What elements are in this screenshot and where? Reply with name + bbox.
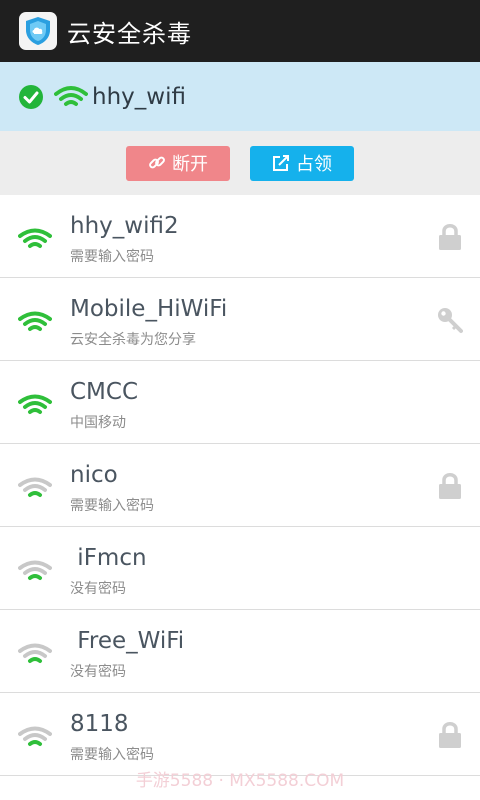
network-name: Mobile_HiWiFi	[70, 296, 228, 322]
check-circle-icon	[19, 84, 43, 109]
disconnect-button[interactable]: 断开	[126, 145, 230, 181]
occupy-button[interactable]: 占领	[250, 145, 354, 181]
link-icon	[149, 156, 165, 169]
share-icon	[273, 155, 289, 171]
network-subtitle: 需要输入密码	[70, 498, 154, 514]
network-row[interactable]: Free_WiFi 没有密码	[0, 610, 480, 693]
connected-ssid: hhy_wifi	[92, 83, 186, 110]
wifi-weak-icon	[18, 477, 52, 497]
disconnect-label: 断开	[172, 154, 208, 175]
title-bar: 云安全杀毒	[0, 0, 480, 62]
action-bar: 断开 占领	[0, 131, 480, 195]
network-subtitle: 需要输入密码	[70, 249, 154, 265]
network-row[interactable]: hhy_wifi2 需要输入密码	[0, 195, 480, 278]
lock-icon	[439, 722, 461, 748]
network-row[interactable]: 8118 需要输入密码	[0, 693, 480, 776]
occupy-label: 占领	[296, 154, 332, 175]
wifi-strong-icon	[18, 394, 52, 414]
wifi-weak-icon	[18, 560, 52, 580]
network-subtitle: 没有密码	[70, 581, 126, 597]
wifi-weak-icon	[18, 643, 52, 663]
network-subtitle: 没有密码	[70, 664, 126, 680]
app-title: 云安全杀毒	[67, 19, 192, 48]
network-row[interactable]: nico 需要输入密码	[0, 444, 480, 527]
network-list: hhy_wifi2 需要输入密码 Mobile_HiWiFi 云安全杀毒为您分享…	[0, 195, 480, 776]
lock-icon	[439, 473, 461, 499]
key-icon	[438, 308, 463, 333]
network-row[interactable]: iFmcn 没有密码	[0, 527, 480, 610]
network-name: nico	[70, 462, 118, 488]
network-name: hhy_wifi2	[70, 213, 179, 239]
network-row[interactable]: CMCC 中国移动	[0, 361, 480, 444]
wifi-strong-icon	[18, 228, 52, 248]
wifi-strong-icon	[18, 311, 52, 331]
connected-network[interactable]: hhy_wifi	[0, 62, 480, 131]
network-name: iFmcn	[70, 545, 147, 571]
network-subtitle: 需要输入密码	[70, 747, 154, 763]
network-name: Free_WiFi	[70, 628, 185, 654]
wifi-weak-icon	[18, 726, 52, 746]
watermark: 手游5588 · MX5588.COM	[135, 771, 345, 791]
shield-icon	[19, 12, 57, 50]
network-subtitle: 云安全杀毒为您分享	[70, 332, 196, 348]
lock-icon	[439, 224, 461, 250]
network-subtitle: 中国移动	[70, 415, 126, 431]
network-name: CMCC	[70, 379, 139, 405]
network-name: 8118	[70, 711, 129, 737]
wifi-strong-icon	[54, 85, 88, 106]
network-row[interactable]: Mobile_HiWiFi 云安全杀毒为您分享	[0, 278, 480, 361]
